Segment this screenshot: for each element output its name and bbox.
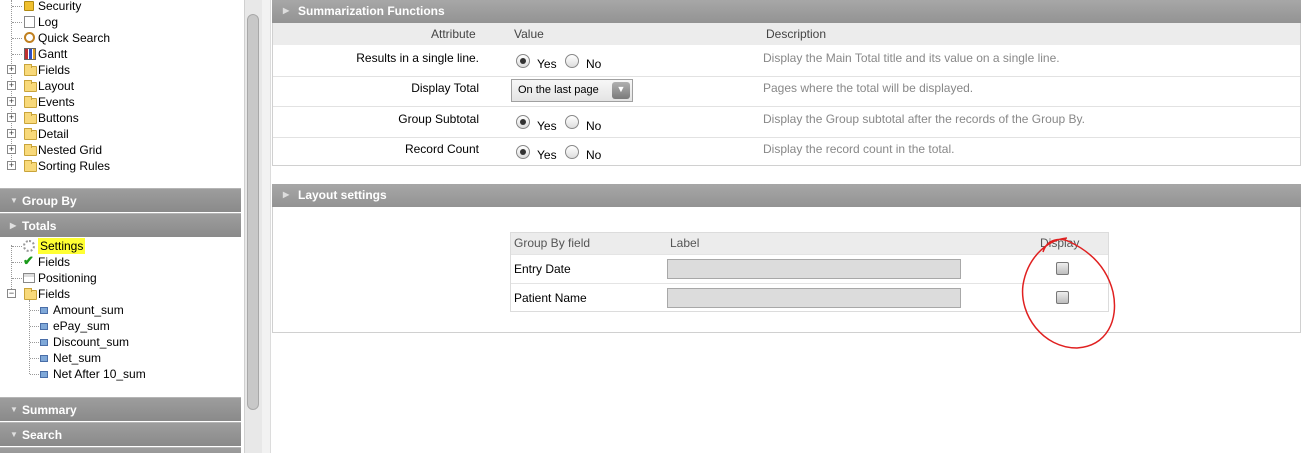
attribute-label: Results in a single line. [356,51,479,65]
left-tree-panel: Security Log Quick Search Gantt + Fields… [0,0,244,453]
chevron-right-icon: ▶ [10,221,17,230]
expand-icon[interactable]: + [7,129,16,138]
folder-icon [24,144,37,156]
radio-label-no: No [586,148,602,162]
field-icon [40,323,48,330]
field-icon [40,307,48,314]
section-next[interactable] [0,447,241,453]
gear-icon [23,240,35,252]
folder-open-icon [24,288,37,300]
row-divider [273,76,1300,77]
tree-scrollbar-thumb[interactable] [247,14,259,410]
single-line-no-radio[interactable] [565,54,579,68]
expand-icon[interactable]: + [7,145,16,154]
row-divider [273,106,1300,107]
header-group-by-field: Group By field [514,236,591,250]
folder-icon [24,112,37,124]
group-by-field-name: Patient Name [514,291,587,305]
chevron-right-icon: ▶ [283,6,290,15]
attribute-label: Record Count [404,142,479,156]
single-line-yes-radio[interactable] [516,54,530,68]
log-icon [24,16,35,28]
description-text: Display the Group subtotal after the rec… [763,112,1085,126]
patient-name-label-input[interactable] [667,288,961,308]
expand-icon[interactable]: + [7,97,16,106]
radio-label-no: No [586,119,602,133]
chevron-down-icon: ▼ [10,196,18,205]
summarization-table-header: Attribute Value Description [273,23,1300,45]
group-subtotal-no-radio[interactable] [565,115,579,129]
description-text: Display the Main Total title and its val… [763,51,1060,65]
chevron-down-icon: ▼ [10,405,18,414]
quick-search-icon [24,32,35,43]
field-icon [40,339,48,346]
section-totals[interactable]: ▶ Totals [0,213,241,237]
section-group-by[interactable]: ▼ Group By [0,188,241,212]
attribute-label: Group Subtotal [398,112,479,126]
field-icon [40,371,48,378]
radio-label-yes: Yes [537,119,557,133]
radio-label-no: No [586,57,602,71]
summarization-panel-header[interactable]: ▶ Summarization Functions [272,0,1301,24]
radio-label-yes: Yes [537,148,557,162]
header-label: Label [670,236,700,250]
panel-splitter[interactable] [262,0,271,453]
folder-icon [24,80,37,92]
radio-label-yes: Yes [537,57,557,71]
field-icon [40,355,48,362]
folder-icon [24,128,37,140]
folder-icon [24,160,37,172]
entry-date-label-input[interactable] [667,259,961,279]
expand-icon[interactable]: + [7,161,16,170]
display-total-select[interactable]: On the last page ▼ [511,79,633,102]
section-summary[interactable]: ▼ Summary [0,397,241,421]
description-text: Pages where the total will be displayed. [763,81,974,95]
header-description: Description [766,27,827,41]
group-subtotal-yes-radio[interactable] [516,115,530,129]
chevron-down-icon: ▼ [10,430,18,439]
attribute-label: Display Total [411,81,479,95]
chevron-down-icon: ▼ [612,82,630,99]
header-value: Value [514,27,544,41]
collapse-icon[interactable]: − [7,289,16,298]
expand-icon[interactable]: + [7,81,16,90]
record-count-yes-radio[interactable] [516,145,530,159]
description-text: Display the record count in the total. [763,142,955,156]
expand-icon[interactable]: + [7,65,16,74]
lock-icon [24,1,34,11]
group-by-field-name: Entry Date [514,262,571,276]
gantt-icon [24,48,36,60]
folder-icon [24,96,37,108]
header-attribute: Attribute [431,27,476,41]
expand-icon[interactable]: + [7,113,16,122]
layout-settings-panel-header[interactable]: ▶ Layout settings [272,184,1301,208]
checkmark-icon: ✔ [23,253,34,268]
annotation-circle [1021,237,1116,349]
row-divider [273,137,1300,138]
section-search[interactable]: ▼ Search [0,422,241,446]
folder-icon [24,64,37,76]
record-count-no-radio[interactable] [565,145,579,159]
chevron-right-icon: ▶ [283,190,290,199]
settings-highlight: Settings [38,238,86,254]
positioning-icon [23,273,35,283]
